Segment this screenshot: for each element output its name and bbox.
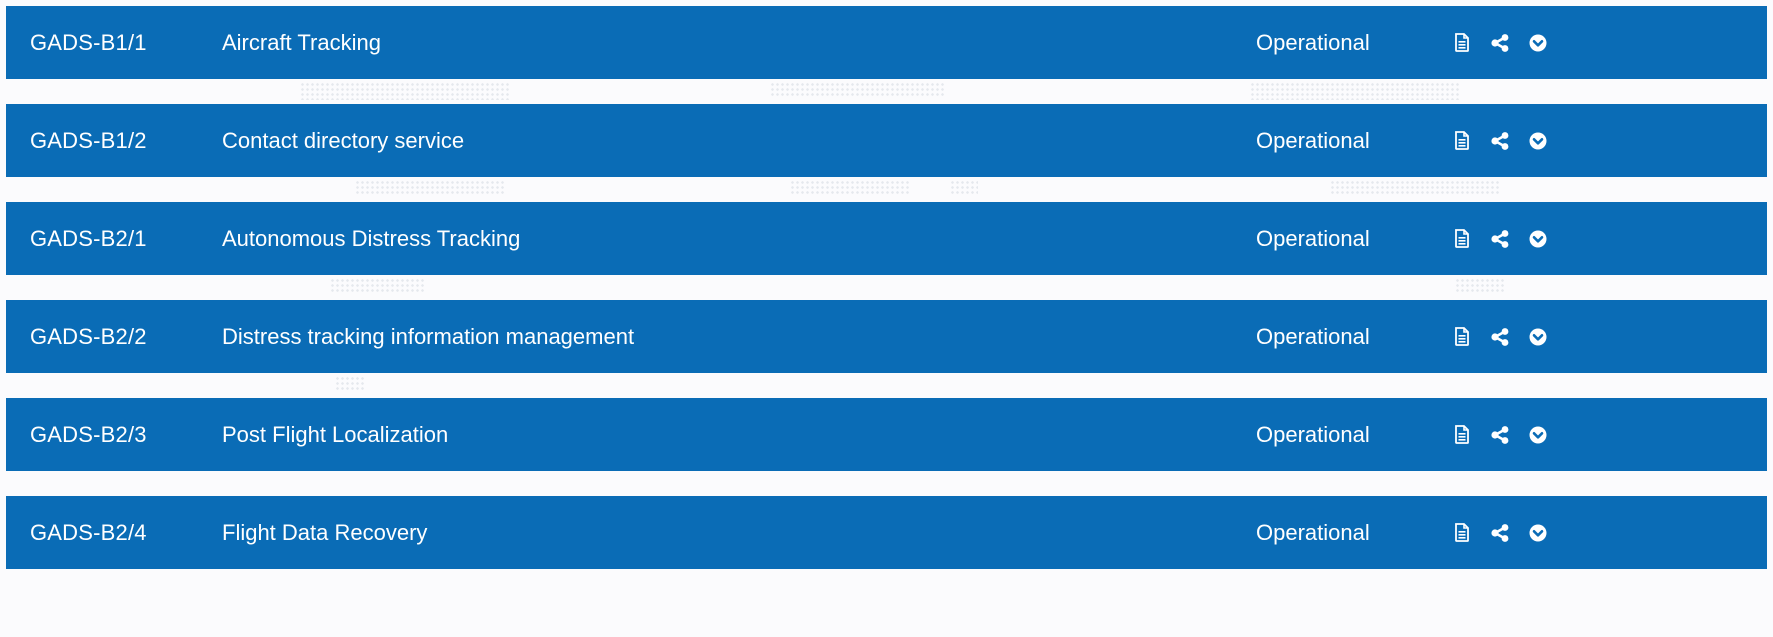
status-label: Operational [1256, 323, 1370, 349]
item-title: Aircraft Tracking [222, 29, 381, 55]
item-code: GADS-B2/2 [30, 323, 147, 349]
status-label: Operational [1256, 519, 1370, 545]
document-icon[interactable] [1452, 523, 1472, 543]
chevron-circle-down-icon[interactable] [1528, 523, 1548, 543]
list-item[interactable]: GADS-B2/1 Autonomous Distress Tracking O… [6, 202, 1767, 275]
document-icon[interactable] [1452, 425, 1472, 445]
row-actions [1452, 425, 1548, 445]
share-icon[interactable] [1490, 523, 1510, 543]
chevron-circle-down-icon[interactable] [1528, 425, 1548, 445]
status-label: Operational [1256, 421, 1370, 447]
item-code: GADS-B2/4 [30, 519, 147, 545]
status-label: Operational [1256, 127, 1370, 153]
document-icon[interactable] [1452, 131, 1472, 151]
item-title: Flight Data Recovery [222, 519, 428, 545]
row-actions [1452, 33, 1548, 53]
row-actions [1452, 229, 1548, 249]
document-icon[interactable] [1452, 229, 1472, 249]
item-title: Contact directory service [222, 127, 465, 153]
row-actions [1452, 327, 1548, 347]
item-code: GADS-B2/1 [30, 225, 147, 251]
list-item[interactable]: GADS-B2/4 Flight Data Recovery Operation… [6, 496, 1767, 569]
item-title: Post Flight Localization [222, 421, 449, 447]
share-icon[interactable] [1490, 33, 1510, 53]
document-icon[interactable] [1452, 327, 1472, 347]
status-label: Operational [1256, 225, 1370, 251]
document-icon[interactable] [1452, 33, 1472, 53]
chevron-circle-down-icon[interactable] [1528, 327, 1548, 347]
share-icon[interactable] [1490, 425, 1510, 445]
item-code: GADS-B1/1 [30, 29, 147, 55]
item-title: Distress tracking information management [222, 323, 635, 349]
list-item[interactable]: GADS-B2/3 Post Flight Localization Opera… [6, 398, 1767, 471]
row-actions [1452, 131, 1548, 151]
item-code: GADS-B2/3 [30, 421, 147, 447]
row-actions [1452, 523, 1548, 543]
item-title: Autonomous Distress Tracking [222, 225, 521, 251]
share-icon[interactable] [1490, 229, 1510, 249]
list-item[interactable]: GADS-B2/2 Distress tracking information … [6, 300, 1767, 373]
item-code: GADS-B1/2 [30, 127, 147, 153]
list-item[interactable]: GADS-B1/2 Contact directory service Oper… [6, 104, 1767, 177]
capability-list: GADS-B1/1 Aircraft Tracking Operational … [6, 6, 1767, 569]
chevron-circle-down-icon[interactable] [1528, 229, 1548, 249]
chevron-circle-down-icon[interactable] [1528, 131, 1548, 151]
chevron-circle-down-icon[interactable] [1528, 33, 1548, 53]
list-item[interactable]: GADS-B1/1 Aircraft Tracking Operational [6, 6, 1767, 79]
status-label: Operational [1256, 29, 1370, 55]
share-icon[interactable] [1490, 131, 1510, 151]
share-icon[interactable] [1490, 327, 1510, 347]
